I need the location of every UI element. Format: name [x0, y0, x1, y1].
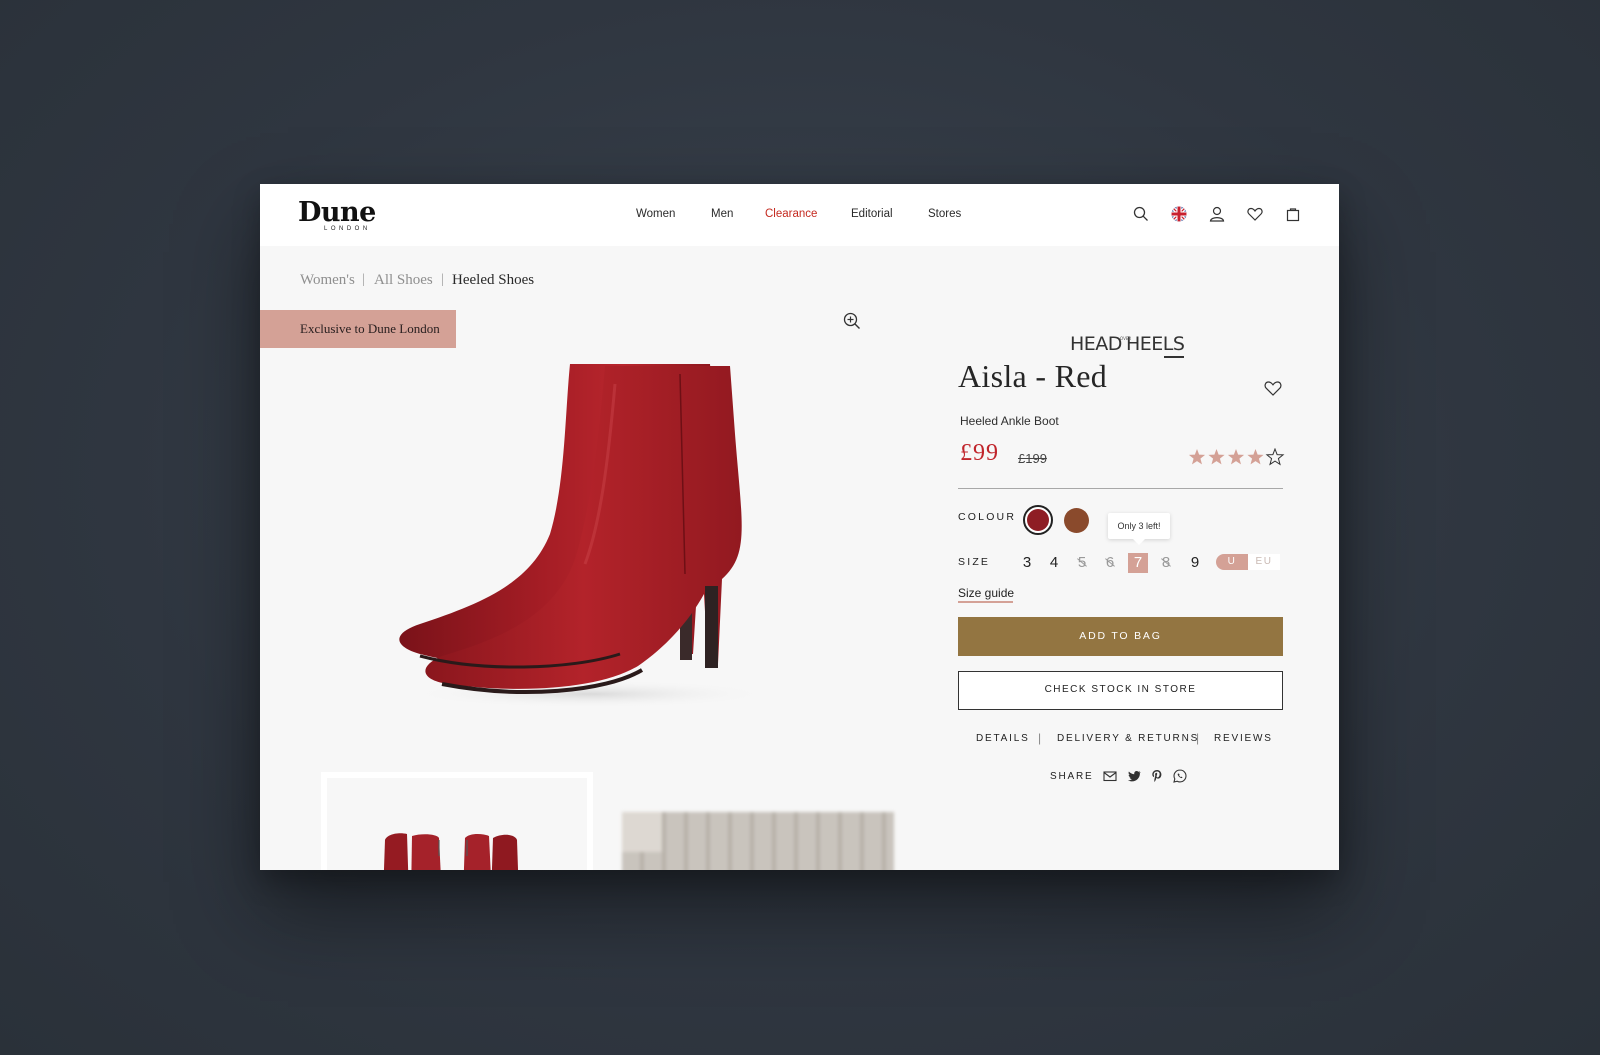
stock-tooltip: Only 3 left!: [1108, 513, 1170, 545]
size-3[interactable]: 3: [1017, 553, 1037, 573]
site-header: Dune LONDON Women Men Clearance Editoria…: [260, 184, 1339, 246]
size-4[interactable]: 4: [1044, 553, 1064, 573]
size-8-out-of-stock: 8: [1156, 553, 1176, 573]
colour-label: COLOUR: [958, 511, 1017, 523]
size-label: SIZE: [958, 556, 991, 568]
product-title: Aisla - Red: [958, 358, 1108, 394]
svg-text:OVER: OVER: [1120, 336, 1131, 341]
exclusive-badge: Exclusive to Dune London: [260, 310, 456, 348]
svg-text:HEELS: HEELS: [1126, 333, 1184, 355]
nav-clearance[interactable]: Clearance: [765, 208, 817, 220]
exclusive-badge-text: Exclusive to Dune London: [300, 321, 440, 336]
thumbnail-lifestyle-detail: [622, 812, 662, 852]
zoom-in-icon[interactable]: [842, 311, 862, 331]
colour-swatch-red-fill: [1027, 509, 1049, 531]
browser-page: Dune LONDON Women Men Clearance Editoria…: [260, 184, 1339, 870]
product-main-image[interactable]: [380, 354, 780, 724]
star-empty-icon: [1265, 447, 1285, 466]
email-icon[interactable]: [1102, 768, 1118, 784]
colour-swatch-brown[interactable]: [1064, 508, 1089, 533]
nav-women[interactable]: Women: [636, 208, 675, 220]
share-label: SHARE: [1050, 771, 1094, 782]
breadcrumb-separator: |: [362, 272, 365, 287]
add-to-bag-button[interactable]: ADD TO BAG: [958, 617, 1283, 656]
breadcrumb-all-shoes[interactable]: All Shoes: [374, 272, 433, 289]
wishlist-icon[interactable]: [1246, 205, 1264, 223]
breadcrumb-womens[interactable]: Women's: [300, 272, 355, 289]
product-was-price: £199: [1018, 451, 1047, 466]
size-6-out-of-stock: 6: [1100, 553, 1120, 573]
product-price: £99: [960, 440, 999, 466]
star-filled-icon: [1227, 449, 1245, 465]
tab-separator: |: [1038, 731, 1042, 745]
dune-logo[interactable]: Dune LONDON: [298, 197, 408, 233]
nav-editorial[interactable]: Editorial: [851, 208, 893, 220]
logo-wordmark: Dune: [298, 197, 376, 228]
nav-stores[interactable]: Stores: [928, 208, 961, 220]
uk-flag-icon[interactable]: [1170, 205, 1188, 223]
rating-stars[interactable]: [1188, 447, 1285, 466]
size-guide-link[interactable]: Size guide: [958, 586, 1014, 600]
bag-icon[interactable]: [1284, 205, 1302, 223]
search-icon[interactable]: [1132, 205, 1150, 223]
pinterest-icon[interactable]: [1149, 768, 1165, 784]
size-7-selected[interactable]: 7: [1128, 553, 1148, 573]
check-stock-button[interactable]: CHECK STOCK IN STORE: [958, 671, 1283, 710]
breadcrumb-heeled-shoes: Heeled Shoes: [452, 272, 535, 288]
star-filled-icon: [1188, 449, 1206, 465]
account-icon[interactable]: [1208, 205, 1226, 223]
svg-text:HEAD: HEAD: [1070, 333, 1122, 355]
tab-reviews[interactable]: REVIEWS: [1214, 733, 1273, 744]
star-filled-icon: [1247, 449, 1264, 465]
size-5-out-of-stock: 5: [1072, 553, 1092, 573]
star-filled-icon: [1208, 449, 1225, 465]
tab-separator: |: [1196, 731, 1200, 745]
tab-delivery-returns[interactable]: DELIVERY & RETURNS: [1057, 733, 1199, 744]
size-unit-uk[interactable]: U: [1216, 554, 1248, 570]
logo-subtext: LONDON: [324, 226, 371, 232]
nav-men[interactable]: Men: [711, 208, 733, 220]
tab-details[interactable]: DETAILS: [976, 733, 1030, 744]
twitter-icon[interactable]: [1126, 768, 1142, 784]
size-guide-underline: [958, 601, 1013, 603]
divider: [958, 488, 1283, 489]
product-thumbnail-2[interactable]: [622, 812, 894, 870]
add-to-wishlist-heart-icon[interactable]: [1263, 378, 1283, 398]
size-9[interactable]: 9: [1185, 553, 1205, 573]
colour-swatch-red-selected[interactable]: [1023, 505, 1053, 535]
product-subtitle: Heeled Ankle Boot: [960, 414, 1059, 428]
breadcrumb-separator: |: [441, 272, 444, 287]
product-thumbnail-1[interactable]: [321, 772, 593, 870]
whatsapp-icon[interactable]: [1172, 768, 1188, 784]
size-unit-eu[interactable]: EU: [1248, 554, 1280, 570]
